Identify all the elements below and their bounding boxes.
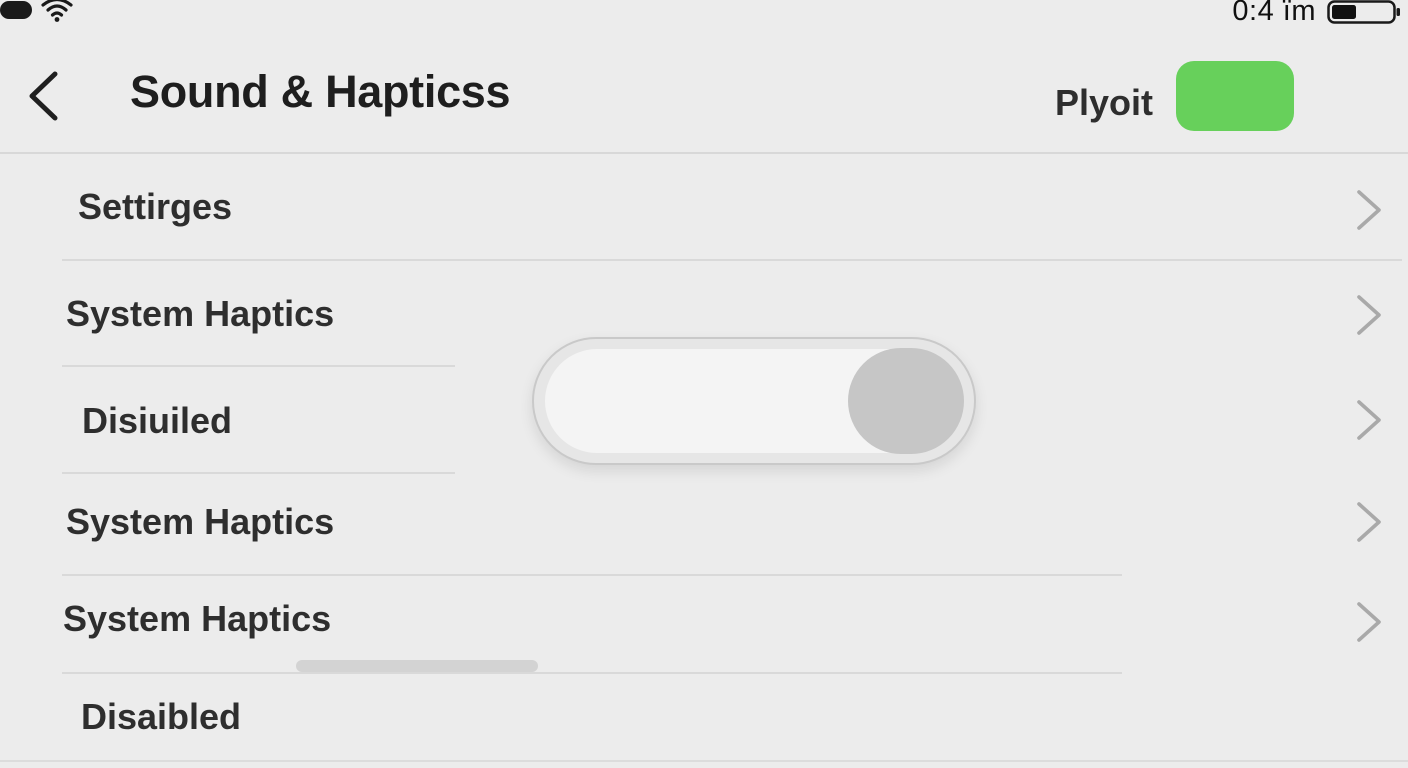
battery-icon: [1327, 0, 1400, 24]
status-bar: 0:4 ïm: [0, 0, 1408, 30]
list-item-system-haptics[interactable]: System Haptics: [0, 598, 1408, 658]
status-time: 0:4 ïm: [1232, 0, 1316, 27]
list-item-settings[interactable]: Settirges: [0, 182, 1408, 242]
chevron-right-icon: [1357, 190, 1381, 230]
wifi-icon: [41, 0, 73, 22]
haptics-toggle-switch[interactable]: [532, 337, 976, 465]
chevron-right-icon: [1357, 602, 1381, 642]
row-label: Settirges: [78, 186, 233, 227]
row-label: System Haptics: [63, 598, 332, 639]
chevron-right-icon: [1357, 502, 1381, 542]
switch-knob[interactable]: [848, 348, 964, 454]
nav-divider: [0, 152, 1408, 154]
scroll-indicator[interactable]: [296, 660, 538, 672]
separator: [62, 365, 455, 367]
separator: [62, 259, 1402, 261]
separator: [62, 574, 1122, 576]
list-item-disabled[interactable]: Disaibled: [0, 693, 1408, 753]
separator: [62, 472, 455, 474]
battery-level-fill: [1332, 5, 1356, 19]
row-label: System Haptics: [66, 293, 335, 334]
chevron-left-icon[interactable]: [20, 66, 70, 126]
cellular-pill-icon: [0, 1, 32, 19]
chevron-right-icon: [1357, 295, 1381, 335]
separator: [0, 760, 1408, 762]
play-toggle[interactable]: [1176, 61, 1294, 131]
settings-screen: 0:4 ïm Sound & Hapticss Plyoit Settirges…: [0, 0, 1408, 768]
row-label: Disaibled: [81, 696, 242, 737]
row-label: System Haptics: [66, 501, 335, 542]
play-label: Plyoit: [1055, 82, 1154, 123]
list-item-system-haptics[interactable]: System Haptics: [0, 498, 1408, 558]
separator: [62, 672, 1122, 674]
page-title: Sound & Hapticss: [130, 66, 511, 117]
row-label: Disiuiled: [82, 400, 233, 441]
navigation-bar: Sound & Hapticss Plyoit: [0, 30, 1408, 152]
chevron-right-icon: [1357, 400, 1381, 440]
